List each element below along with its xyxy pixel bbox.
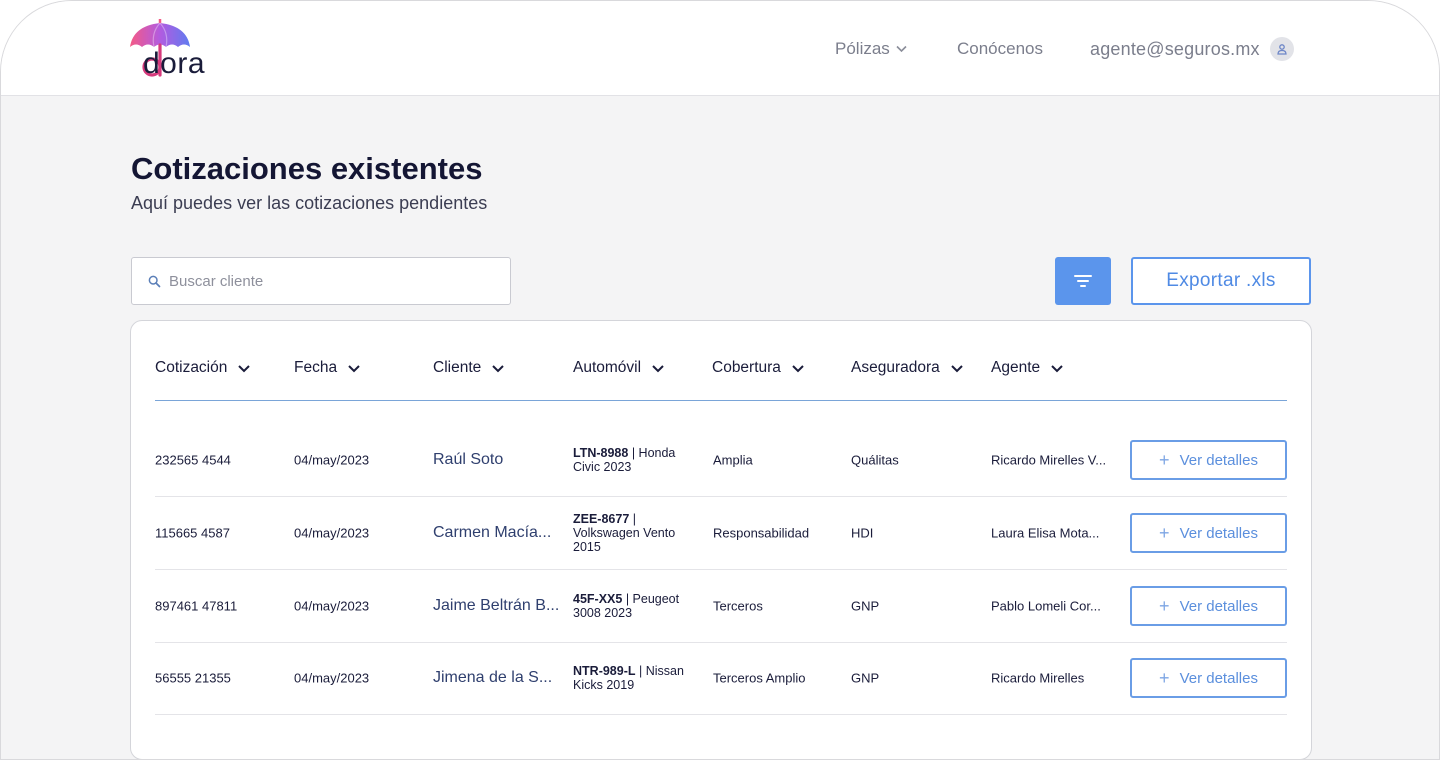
car-plate: 45F-XX5	[573, 592, 623, 606]
car-plate: NTR-989-L	[573, 664, 636, 678]
cell-aseguradora: GNP	[851, 670, 880, 686]
cell-automovil: 45F-XX5 | Peugeot 3008 2023	[573, 592, 701, 620]
chevron-down-icon	[792, 364, 804, 372]
cell-agente: Ricardo Mirelles V...	[991, 452, 1107, 468]
filter-button[interactable]	[1055, 257, 1111, 305]
brand-name: dora	[143, 47, 206, 80]
top-navbar: dora Pólizas Conócenos agente@seguros.mx	[1, 1, 1439, 96]
cell-cotizacion: 897461 47811	[155, 598, 238, 614]
table-header: Cotización Fecha Cliente Automóvil Cober…	[155, 321, 1287, 401]
cell-cotizacion: 115665 4587	[155, 525, 230, 541]
cell-aseguradora: HDI	[851, 525, 874, 541]
cell-automovil: LTN-8988 | Honda Civic 2023	[573, 446, 701, 474]
chevron-down-icon	[238, 364, 251, 372]
cell-cotizacion: 56555 21355	[155, 670, 231, 686]
car-plate: ZEE-8677	[573, 512, 630, 526]
user-avatar-icon[interactable]	[1269, 37, 1294, 61]
column-header-label: Aseguradora	[851, 359, 940, 376]
nav-conocenos[interactable]: Conócenos	[957, 39, 1043, 59]
page-title: Cotizaciones existentes	[131, 151, 483, 186]
view-details-button[interactable]: + Ver detalles	[1130, 513, 1287, 553]
search-input[interactable]	[169, 272, 489, 290]
table-row: 115665 4587 04/may/2023 Carmen Macía... …	[155, 497, 1287, 570]
table-row: 232565 4544 04/may/2023 Raúl Soto LTN-89…	[155, 424, 1287, 497]
cell-aseguradora: Quálitas	[851, 452, 899, 468]
nav-polizas[interactable]: Pólizas	[835, 39, 907, 59]
view-details-label: Ver detalles	[1179, 669, 1258, 687]
chevron-down-icon	[348, 364, 360, 372]
column-header-cobertura[interactable]: Cobertura	[712, 359, 805, 377]
plus-icon: +	[1159, 596, 1170, 616]
column-header-label: Automóvil	[573, 359, 642, 376]
cell-cotizacion: 232565 4544	[155, 452, 231, 468]
column-header-cotizacion[interactable]: Cotización	[155, 359, 251, 377]
cell-cobertura: Terceros	[713, 598, 763, 614]
cell-agente: Pablo Lomeli Cor...	[991, 598, 1101, 614]
search-box[interactable]	[131, 257, 511, 305]
column-header-cliente[interactable]: Cliente	[433, 359, 505, 377]
nav-polizas-label: Pólizas	[835, 39, 890, 58]
cell-agente: Ricardo Mirelles	[991, 670, 1085, 686]
cell-fecha: 04/may/2023	[294, 598, 370, 614]
cell-automovil: NTR-989-L | Nissan Kicks 2019	[573, 664, 701, 692]
view-details-button[interactable]: + Ver detalles	[1130, 586, 1287, 626]
cell-agente: Laura Elisa Mota...	[991, 525, 1100, 541]
chevron-down-icon	[951, 364, 963, 372]
column-header-label: Agente	[991, 359, 1041, 376]
app-window: dora Pólizas Conócenos agente@seguros.mx…	[0, 0, 1440, 760]
cell-cobertura: Terceros Amplio	[713, 670, 806, 686]
table-row: 897461 47811 04/may/2023 Jaime Beltrán B…	[155, 570, 1287, 643]
cell-cliente[interactable]: Jimena de la S...	[433, 669, 552, 687]
plus-icon: +	[1159, 668, 1170, 688]
user-menu[interactable]: agente@seguros.mx	[1090, 37, 1294, 61]
cell-aseguradora: GNP	[851, 598, 880, 614]
view-details-label: Ver detalles	[1179, 451, 1258, 469]
cell-cobertura: Amplia	[713, 452, 753, 468]
column-header-agente[interactable]: Agente	[991, 359, 1064, 377]
column-header-fecha[interactable]: Fecha	[294, 359, 361, 377]
view-details-label: Ver detalles	[1179, 597, 1258, 615]
chevron-down-icon	[652, 364, 664, 372]
cell-cliente[interactable]: Raúl Soto	[433, 451, 503, 469]
export-xls-button[interactable]: Exportar .xls	[1131, 257, 1311, 305]
cell-cliente[interactable]: Jaime Beltrán B...	[433, 597, 559, 615]
cell-fecha: 04/may/2023	[294, 670, 370, 686]
column-header-label: Cliente	[433, 359, 482, 376]
table-row: 56555 21355 04/may/2023 Jimena de la S..…	[155, 642, 1287, 715]
column-header-label: Cotización	[155, 359, 228, 376]
filter-icon	[1074, 275, 1092, 287]
view-details-button[interactable]: + Ver detalles	[1130, 658, 1287, 698]
quotes-table: Cotización Fecha Cliente Automóvil Cober…	[130, 320, 1312, 759]
column-header-label: Cobertura	[712, 359, 781, 376]
cell-cliente[interactable]: Carmen Macía...	[433, 524, 551, 542]
plus-icon: +	[1159, 450, 1170, 470]
search-icon	[148, 275, 161, 287]
view-details-label: Ver detalles	[1179, 524, 1258, 542]
page-subtitle: Aquí puedes ver las cotizaciones pendien…	[131, 193, 488, 213]
chevron-down-icon	[492, 364, 504, 372]
column-header-aseguradora[interactable]: Aseguradora	[851, 359, 964, 377]
view-details-button[interactable]: + Ver detalles	[1130, 440, 1287, 480]
car-plate: LTN-8988	[573, 446, 629, 460]
cell-fecha: 04/may/2023	[294, 452, 370, 468]
user-email: agente@seguros.mx	[1090, 38, 1260, 59]
column-header-label: Fecha	[294, 359, 338, 376]
cell-cobertura: Responsabilidad	[713, 525, 810, 541]
cell-fecha: 04/may/2023	[294, 525, 370, 541]
chevron-down-icon	[1051, 364, 1063, 372]
column-header-automovil[interactable]: Automóvil	[573, 359, 665, 377]
cell-automovil: ZEE-8677 | Volkswagen Vento 2015	[573, 512, 701, 554]
plus-icon: +	[1159, 523, 1170, 543]
chevron-down-icon	[896, 45, 907, 53]
